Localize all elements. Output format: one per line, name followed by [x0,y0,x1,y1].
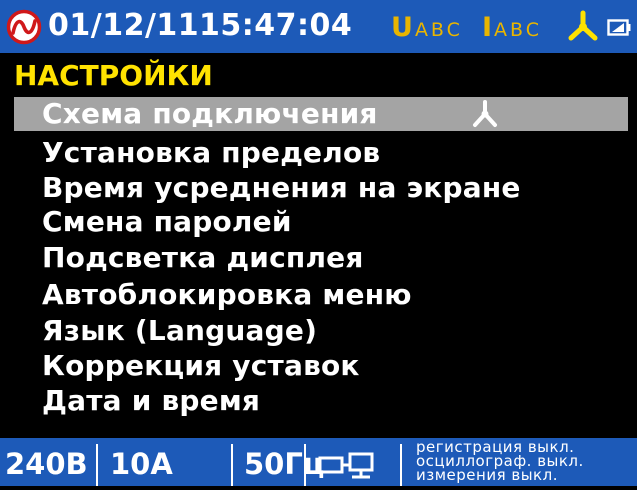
header-time: 15:47:04 [199,8,353,43]
divider [231,444,233,486]
frequency: 50Гц [244,447,325,481]
current-indicator-letter: I [482,12,493,43]
divider [96,444,98,486]
status-footer: 240В 10А 50Гц регистрация выкл. осциллог… [0,438,637,486]
menu-item-date-time[interactable]: Дата и время [14,384,628,418]
menu-item-label: Язык (Language) [42,314,318,347]
divider [304,444,306,486]
recording-status: регистрация выкл. осциллограф. выкл. изм… [416,440,584,484]
current-indicator: I ABC [482,8,542,50]
menu-item-label: Схема подключения [42,97,378,130]
voltage-indicator-phases: ABC [414,19,463,41]
divider [400,444,402,486]
menu-item-autolock[interactable]: Автоблокировка меню [14,278,628,312]
current-indicator-phases: ABC [494,19,543,41]
menu-item-label: Подсветка дисплея [42,241,364,274]
menu-item-label: Установка пределов [42,136,381,169]
menu-item-backlight[interactable]: Подсветка дисплея [14,241,628,275]
menu-item-label: Время усреднения на экране [42,171,521,204]
menu-item-connection-scheme[interactable]: Схема подключения [14,97,628,131]
menu-item-change-passwords[interactable]: Смена паролей [14,205,628,239]
voltage-indicator: U ABC [391,8,463,50]
measurement-status: измерения выкл. [416,466,558,484]
logo-icon [6,9,42,45]
menu-item-averaging-time[interactable]: Время усреднения на экране [14,171,628,205]
voltage-indicator-letter: U [391,12,413,43]
header-date: 01/12/11 [48,8,200,43]
star-connection-icon [568,10,598,41]
star-connection-icon [473,100,497,127]
current-range: 10А [110,447,173,481]
menu-item-label: Автоблокировка меню [42,278,412,311]
menu-title: НАСТРОЙКИ [14,59,213,92]
menu-item-setpoint-correction[interactable]: Коррекция уставок [14,349,628,383]
menu-item-language[interactable]: Язык (Language) [14,314,628,348]
menu-item-label: Коррекция уставок [42,349,360,382]
network-icon [318,452,374,479]
settings-menu: НАСТРОЙКИ Схема подключения Установка пр… [0,53,637,438]
status-header: 01/12/11 15:47:04 U ABC I ABC [0,0,637,53]
voltage-range: 240В [5,447,88,481]
menu-item-label: Смена паролей [42,205,292,238]
menu-item-label: Дата и время [42,384,261,417]
battery-icon [607,19,631,36]
menu-item-set-limits[interactable]: Установка пределов [14,136,628,170]
